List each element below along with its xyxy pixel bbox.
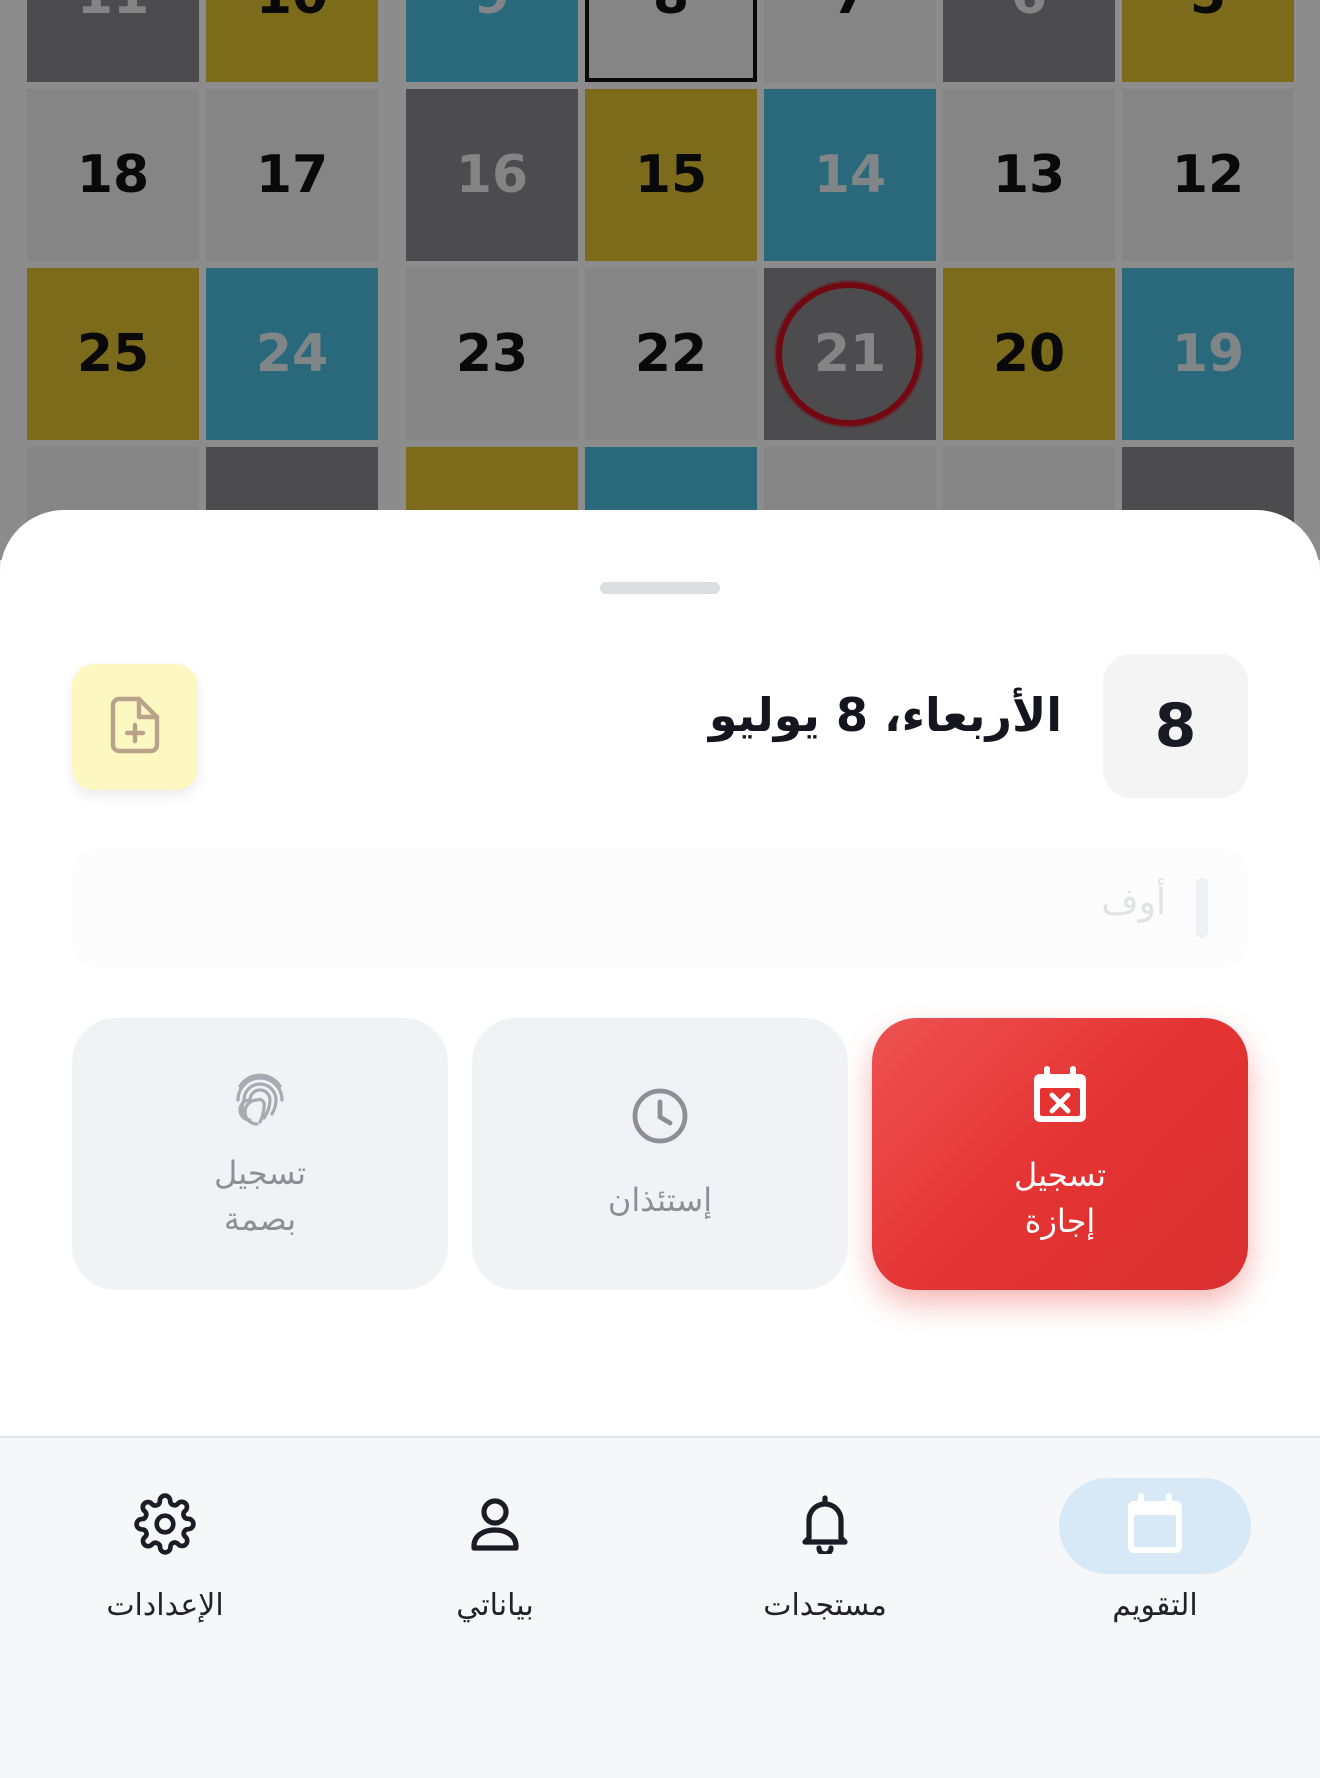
status-text: أوف (1101, 882, 1166, 923)
register-fingerprint-label: تسجيل بصمة (214, 1154, 306, 1238)
bottom-navigation: التقويم مستجدات بياناتي الإعدادات (0, 1436, 1320, 1778)
add-note-button[interactable] (72, 664, 198, 790)
calendar-x-icon (1030, 1064, 1090, 1130)
calendar-icon (1124, 1491, 1186, 1561)
nav-label-updates: مستجدات (763, 1588, 887, 1623)
nav-label-profile: بياناتي (456, 1588, 534, 1623)
gear-icon (134, 1493, 196, 1559)
register-fingerprint-button[interactable]: تسجيل بصمة (72, 1018, 448, 1290)
bell-icon (799, 1494, 851, 1558)
dim-overlay[interactable] (0, 0, 1320, 560)
nav-item-updates[interactable]: مستجدات (695, 1478, 955, 1648)
nav-label-settings: الإعدادات (106, 1588, 224, 1623)
day-details-sheet: 8 الأربعاء، 8 يوليو أوف تسجيل إجازة إستئ… (0, 510, 1320, 1436)
calendar-view: 5678910111213141516171819202122232425 (0, 0, 1320, 619)
day-status-bar: أوف (72, 848, 1248, 968)
user-icon (468, 1496, 522, 1556)
nav-item-settings[interactable]: الإعدادات (35, 1478, 295, 1648)
fingerprint-icon (232, 1066, 288, 1132)
day-number-badge: 8 (1103, 654, 1248, 798)
nav-icon-container (729, 1478, 921, 1574)
permission-label: إستئذان (607, 1181, 713, 1219)
nav-label-calendar: التقويم (1112, 1588, 1198, 1623)
nav-item-profile[interactable]: بياناتي (365, 1478, 625, 1648)
sheet-drag-handle[interactable] (600, 582, 720, 594)
file-plus-icon (109, 695, 161, 759)
register-leave-button[interactable]: تسجيل إجازة (872, 1018, 1248, 1290)
permission-button[interactable]: إستئذان (472, 1018, 848, 1290)
status-accent (1196, 878, 1208, 938)
nav-item-calendar[interactable]: التقويم (1025, 1478, 1285, 1648)
date-title: الأربعاء، 8 يوليو (708, 688, 1062, 742)
nav-icon-container (1059, 1478, 1251, 1574)
clock-icon (629, 1085, 691, 1151)
nav-icon-container (69, 1478, 261, 1574)
nav-icon-container (399, 1478, 591, 1574)
register-leave-label: تسجيل إجازة (1014, 1156, 1106, 1240)
